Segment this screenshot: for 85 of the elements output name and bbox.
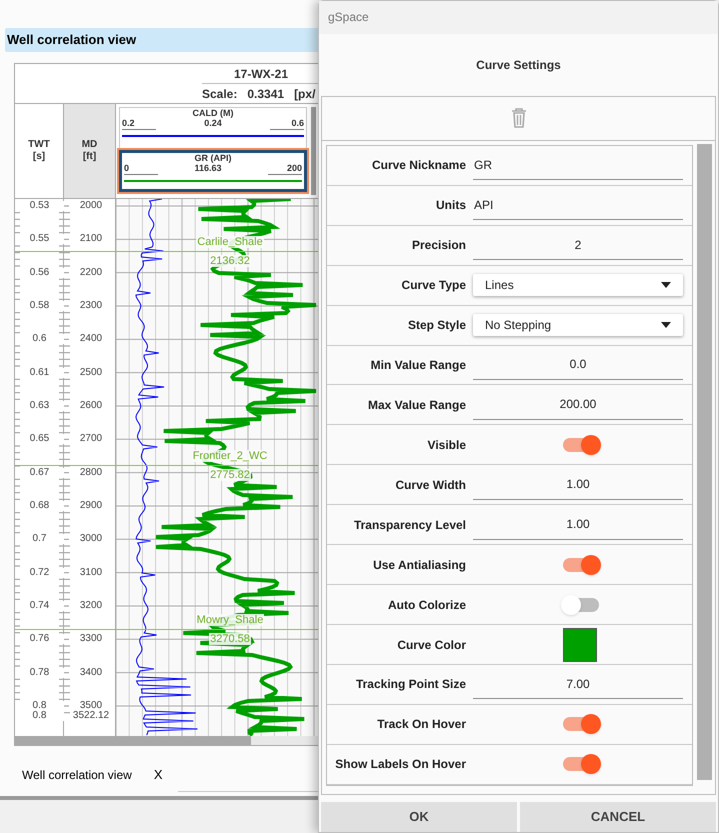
column-title: TWT <box>28 139 50 151</box>
twt-label: 0.78 <box>15 668 64 678</box>
range-max: 0.6 <box>291 118 304 128</box>
close-button[interactable]: X <box>154 765 162 785</box>
field-label: Max Value Range <box>366 396 467 414</box>
twt-label: 0.63 <box>15 400 64 411</box>
number-field[interactable]: 2 <box>473 230 683 260</box>
field-label: Min Value Range <box>370 356 467 374</box>
caret-icon <box>661 322 671 328</box>
range-min: 0.2 <box>122 118 135 128</box>
dialog-title: Curve Settings <box>476 56 561 74</box>
curve-value: 0.24 <box>204 118 222 128</box>
twt-label: 0.65 <box>15 434 64 444</box>
formation-name: Mowry_Shale <box>196 614 264 626</box>
toggle-switch[interactable] <box>563 598 599 612</box>
field-label: Curve Width <box>394 476 467 494</box>
curve-value: 116.63 <box>194 163 222 173</box>
twt-label: 0.8 <box>15 711 64 722</box>
scale-label: Scale: <box>202 86 238 102</box>
scrollbar[interactable] <box>311 107 316 195</box>
formation-name: Frontier_2_WC <box>192 450 268 462</box>
field-label: Transparency Level <box>352 516 467 534</box>
number-field[interactable]: 7.00 <box>473 669 683 700</box>
color-swatch[interactable] <box>563 628 597 662</box>
field-label: Track On Hover <box>376 716 467 734</box>
scale-unit: [px/ <box>294 86 316 102</box>
range-min: 0 <box>124 163 130 173</box>
curve-header[interactable]: CALD (M) 0.2 0.24 0.6 <box>119 107 307 149</box>
scrollbar[interactable] <box>15 736 251 745</box>
column-unit: [s] <box>32 151 46 163</box>
twt-label: 0.55 <box>15 234 64 244</box>
dialog-button[interactable]: OK <box>321 802 517 832</box>
field-label: Step Style <box>406 317 467 334</box>
number-field[interactable]: 1.00 <box>473 510 683 540</box>
formation-depth: 3270.58 <box>209 633 251 646</box>
twt-label: 0.74 <box>15 600 64 611</box>
twt-label: 0.67 <box>15 468 64 478</box>
field-label: Use Antialiasing <box>372 556 467 574</box>
twt-label: 0.76 <box>15 634 64 644</box>
range-max: 200 <box>286 163 302 173</box>
toggle-switch[interactable] <box>563 558 599 572</box>
twt-label: 0.7 <box>15 534 64 544</box>
curve-header[interactable]: GR (API) 0 116.63 200 <box>119 150 307 192</box>
twt-label: 0.68 <box>15 500 64 511</box>
twt-label: 0.58 <box>15 300 64 311</box>
dropdown[interactable]: No Stepping <box>473 314 683 336</box>
field-label: Curve Type <box>400 277 467 294</box>
field-label: Curve Color <box>396 636 467 654</box>
depth-label: 3522.12 <box>72 711 110 722</box>
well-name: 17-WX-21 <box>234 66 288 82</box>
twt-label: 0.61 <box>15 368 64 378</box>
scrollbar[interactable] <box>697 144 712 780</box>
twt-label: 0.72 <box>15 568 64 578</box>
field-label: Units <box>435 197 467 214</box>
field-label: Precision <box>410 237 467 254</box>
toggle-switch[interactable] <box>563 717 599 732</box>
curve-name: GR (API) <box>194 153 232 163</box>
number-field[interactable]: 0.0 <box>473 350 683 380</box>
field-label: Show Labels On Hover <box>334 756 467 774</box>
app-title: gSpace <box>328 9 369 26</box>
trash-icon <box>510 108 526 128</box>
formation-depth: 2136.32 <box>209 255 251 268</box>
twt-label: 0.53 <box>15 201 64 211</box>
number-field[interactable]: 200.00 <box>473 390 683 420</box>
caret-icon <box>661 282 671 288</box>
scale-value: 0.3341 <box>247 86 284 102</box>
number-field[interactable]: 1.00 <box>473 470 683 500</box>
field-label: Auto Colorize <box>387 596 467 614</box>
formation-depth: 2775.82 <box>209 468 251 481</box>
toggle-switch[interactable] <box>563 438 599 452</box>
twt-label: 0.6 <box>15 334 64 344</box>
formation-name: Carlile_Shale <box>196 236 264 248</box>
dialog-button[interactable]: CANCEL <box>520 802 716 832</box>
field-label: Visible <box>426 436 467 454</box>
text-field[interactable]: GR <box>473 150 683 180</box>
field-label: Curve Nickname <box>370 157 467 174</box>
curve-name: CALD (M) <box>192 108 234 118</box>
column-title: MD <box>82 139 98 151</box>
toggle-switch[interactable] <box>563 757 599 772</box>
dropdown[interactable]: Lines <box>473 274 683 296</box>
text-field[interactable]: API <box>473 190 683 220</box>
twt-label: 0.8 <box>15 700 64 711</box>
field-label: Tracking Point Size <box>354 676 467 694</box>
twt-label: 0.56 <box>15 268 64 278</box>
column-unit: [ft] <box>82 151 96 163</box>
